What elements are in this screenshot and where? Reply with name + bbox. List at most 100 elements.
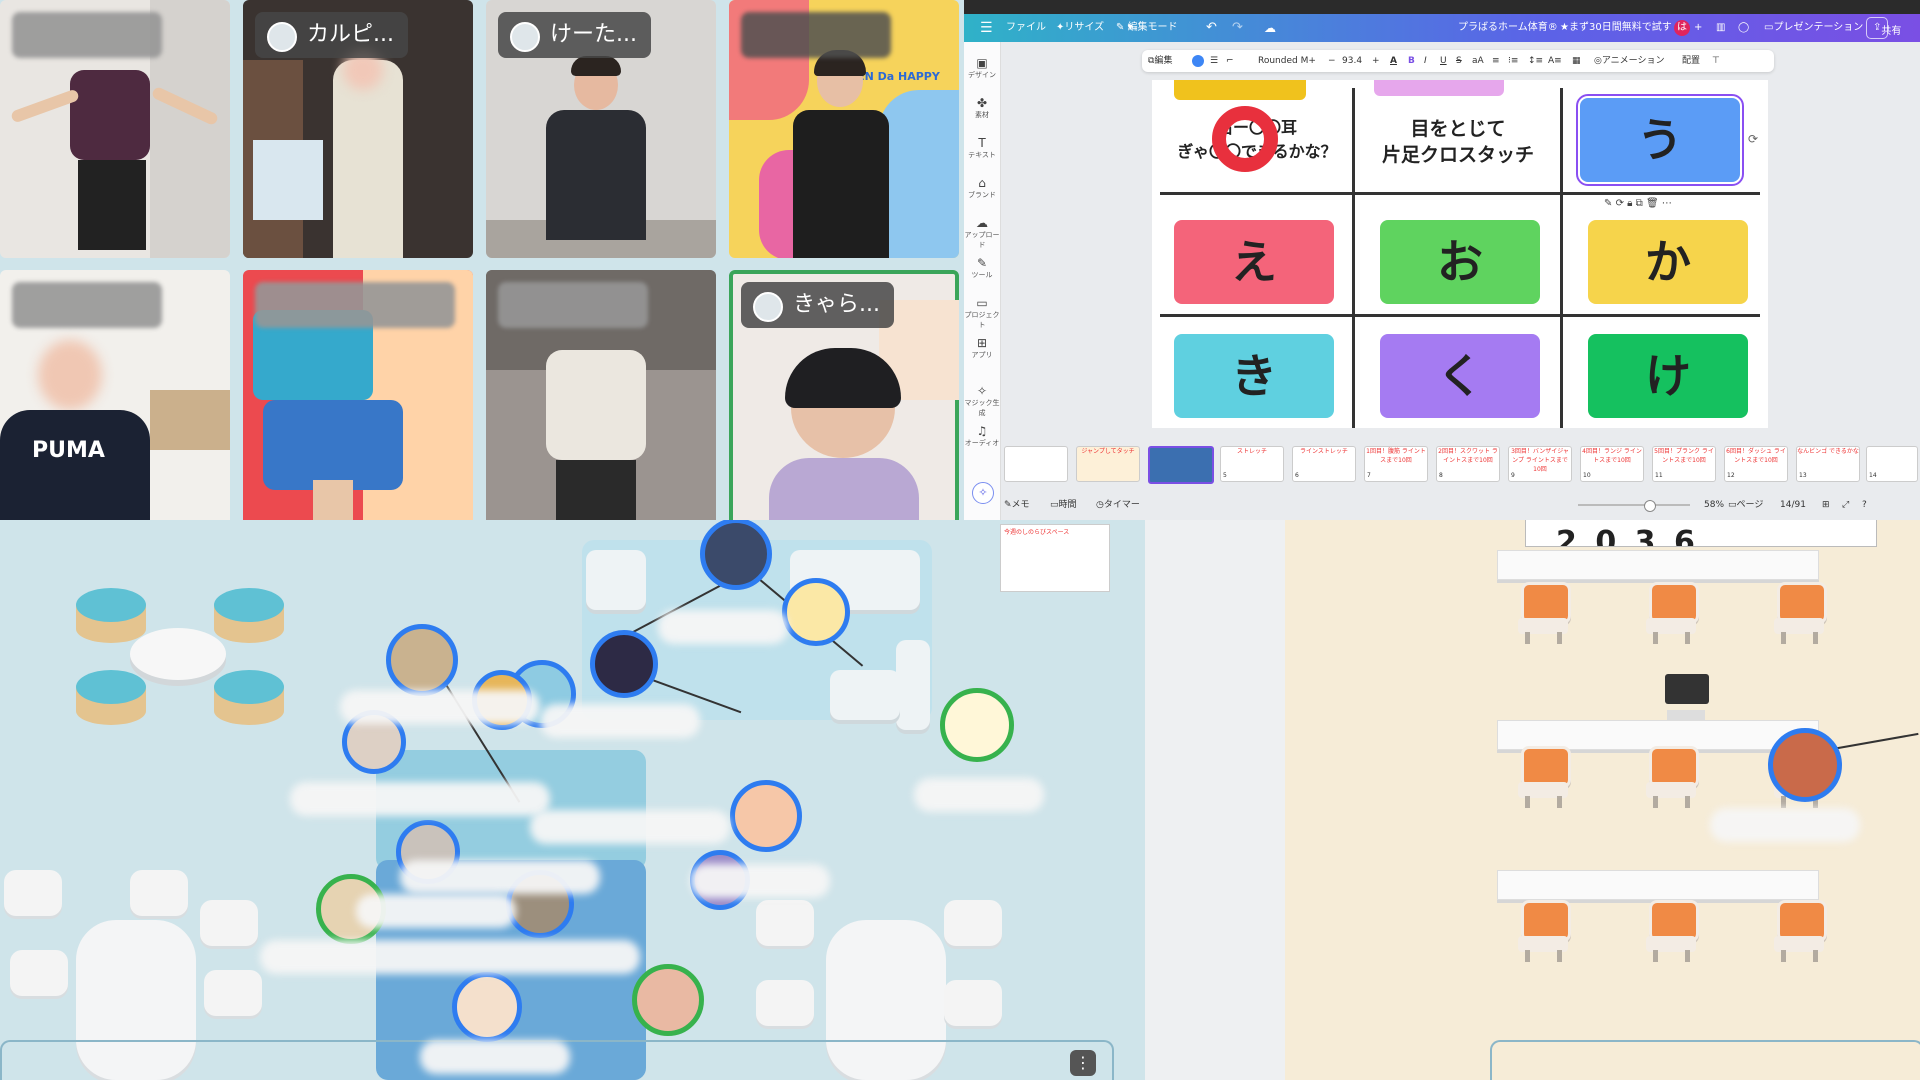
font-size-increase[interactable]: +: [1372, 50, 1380, 72]
card-ku[interactable]: く: [1380, 334, 1540, 418]
page-thumbnail[interactable]: 5回目！プランク ライントスまで10回 11: [1652, 446, 1716, 482]
duration-button[interactable]: ▭ 時間: [1050, 494, 1077, 516]
video-tile[interactable]: カルピ...: [243, 0, 473, 258]
sidebar-item-magic[interactable]: ✧ マジック生成: [964, 384, 1000, 418]
user-avatar[interactable]: [452, 972, 522, 1042]
sidebar-item-audio[interactable]: ♫ オーディオ: [964, 424, 1000, 448]
add-icon[interactable]: +: [1694, 14, 1702, 42]
font-size-input[interactable]: 93.4: [1342, 50, 1362, 72]
undo-icon[interactable]: ↶: [1206, 14, 1217, 42]
animation-button[interactable]: ◎ アニメーション: [1594, 50, 1665, 72]
page-thumbnail-current[interactable]: [1148, 446, 1214, 484]
notes-button[interactable]: ✎ メモ: [1004, 494, 1030, 516]
video-tile[interactable]: PEN Da HAPPY: [729, 0, 959, 258]
lock-icon[interactable]: 🔒︎: [1627, 198, 1632, 209]
analytics-icon[interactable]: ▥: [1716, 14, 1725, 42]
user-avatar[interactable]: [700, 520, 772, 590]
video-tile[interactable]: [0, 0, 230, 258]
edit-button[interactable]: ⧉ 編集: [1148, 50, 1172, 72]
slide-canvas[interactable]: 右ー〇〇耳 ぎゃ〇〇できるかな？ 目をとじて 片足クロスタッチ う ⟳ ✎ ⟳ …: [1152, 80, 1768, 428]
font-size-decrease[interactable]: −: [1328, 50, 1336, 72]
video-tile[interactable]: [486, 270, 716, 526]
video-tile[interactable]: けーた...: [486, 0, 716, 258]
virtual-space-map[interactable]: 今週のしのらびスペース ⋮ 2 0 3 6: [0, 520, 1920, 1080]
page-thumbnail[interactable]: 2回目！スクワット ライントスまで10回 8: [1436, 446, 1500, 482]
user-avatar[interactable]: は: [1674, 20, 1690, 36]
sidebar-item-uploads[interactable]: ☁ アップロード: [964, 216, 1000, 250]
whiteboard[interactable]: 2 0 3 6: [1525, 520, 1877, 547]
paint-format-icon[interactable]: ⊤: [1712, 50, 1720, 72]
video-tile[interactable]: PUMA: [0, 270, 230, 526]
user-avatar[interactable]: [730, 780, 802, 852]
user-avatar[interactable]: [632, 964, 704, 1036]
sidebar-item-apps[interactable]: ⊞ アプリ: [964, 336, 1000, 360]
underline-icon[interactable]: U: [1440, 50, 1447, 72]
present-button[interactable]: ▭ プレゼンテーション: [1764, 14, 1863, 42]
user-avatar[interactable]: [782, 578, 850, 646]
video-tile-active-speaker[interactable]: きゃら...: [729, 270, 959, 526]
grid-view-icon[interactable]: ⊞: [1822, 494, 1830, 516]
page-thumbnail[interactable]: 3回目！バンザイジャンプ ライントスまで10回 9: [1508, 446, 1572, 482]
user-avatar[interactable]: [590, 630, 658, 698]
italic-icon[interactable]: I: [1424, 50, 1427, 72]
corner-icon[interactable]: ⌐: [1226, 50, 1234, 72]
cloud-save-icon[interactable]: ☁: [1264, 14, 1276, 42]
more-icon[interactable]: ⋯: [1662, 198, 1672, 209]
card-e[interactable]: え: [1174, 220, 1334, 304]
strikethrough-icon[interactable]: S: [1456, 50, 1462, 72]
redo-icon[interactable]: ↷: [1232, 14, 1243, 42]
align-icon[interactable]: ≡: [1492, 50, 1500, 72]
help-icon[interactable]: ?: [1862, 494, 1867, 516]
resize-button[interactable]: ✦ リサイズ: [1056, 14, 1104, 42]
rotate-handle-icon[interactable]: ⟳: [1748, 132, 1758, 146]
page-thumbnail[interactable]: 1回目！腹筋 ライントスまで10回 7: [1364, 446, 1428, 482]
user-avatar[interactable]: [386, 624, 458, 696]
video-tile[interactable]: [243, 270, 473, 526]
fullscreen-icon[interactable]: ⤢: [1842, 494, 1849, 516]
page-thumbnail[interactable]: なんビンゴ できるかな 13: [1796, 446, 1860, 482]
card-ka[interactable]: か: [1588, 220, 1748, 304]
arrange-button[interactable]: 配置: [1682, 50, 1700, 72]
delete-icon[interactable]: 🗑︎: [1646, 198, 1659, 209]
page-thumbnail[interactable]: 4回目！ランジ ライントスまで10回 10: [1580, 446, 1644, 482]
text-color-icon[interactable]: A: [1390, 50, 1397, 72]
share-button[interactable]: ⇪ 共有: [1866, 17, 1901, 39]
color-swatch[interactable]: [1192, 55, 1204, 67]
card-ki[interactable]: き: [1174, 334, 1334, 418]
duplicate-icon[interactable]: ⧉: [1636, 198, 1643, 209]
card-o[interactable]: お: [1380, 220, 1540, 304]
magic-assistant-icon[interactable]: ✧: [972, 482, 994, 504]
page-thumbnail[interactable]: 14: [1866, 446, 1918, 482]
rotate-icon[interactable]: ⟳: [1616, 198, 1624, 209]
slide-cell-text-2[interactable]: 目をとじて 片足クロスタッチ: [1368, 116, 1548, 168]
page-thumbnail[interactable]: ジャンプしてタッチ: [1076, 446, 1140, 482]
pages-button[interactable]: ▭ ページ: [1728, 494, 1763, 516]
user-avatar[interactable]: [1768, 728, 1842, 802]
file-menu[interactable]: ファイル: [1006, 14, 1046, 42]
page-thumbnail[interactable]: 6回目！ダッシュ ライントスまで10回 12: [1724, 446, 1788, 482]
line-style-icon[interactable]: ☰: [1210, 50, 1218, 72]
edit-mode-dropdown[interactable]: ✎ 編集モード ▾: [1116, 14, 1178, 42]
sidebar-item-brand[interactable]: ⌂ ブランド: [964, 176, 1000, 200]
zoom-level[interactable]: 58%: [1704, 494, 1724, 516]
page-thumbnail[interactable]: ラインストレッチ 6: [1292, 446, 1356, 482]
card-u[interactable]: う: [1576, 94, 1744, 186]
sidebar-item-design[interactable]: ▣ デザイン: [964, 56, 1000, 80]
card-ke[interactable]: け: [1588, 334, 1748, 418]
more-vertical-icon[interactable]: ⋮: [1070, 1050, 1096, 1076]
text-effects-icon[interactable]: A≡: [1548, 50, 1562, 72]
sidebar-item-text[interactable]: T テキスト: [964, 136, 1000, 160]
sidebar-item-tools[interactable]: ✎ ツール: [964, 256, 1000, 280]
free-trial-button[interactable]: ★ まず30日間無料で試す: [1560, 14, 1672, 42]
transparency-icon[interactable]: ▦: [1572, 50, 1581, 72]
zoom-slider[interactable]: [1578, 504, 1690, 506]
document-title[interactable]: プラばるホーム体育®: [1458, 14, 1558, 42]
page-thumbnail[interactable]: [1004, 446, 1068, 482]
case-icon[interactable]: aA: [1472, 50, 1484, 72]
font-dropdown[interactable]: Rounded M+: [1258, 50, 1316, 72]
timer-button[interactable]: ◷ タイマー: [1096, 494, 1140, 516]
comments-icon[interactable]: ◯: [1738, 14, 1749, 42]
list-icon[interactable]: ⁝≡: [1508, 50, 1518, 72]
sidebar-item-elements[interactable]: ✤ 素材: [964, 96, 1000, 120]
bold-icon[interactable]: B: [1408, 50, 1415, 72]
